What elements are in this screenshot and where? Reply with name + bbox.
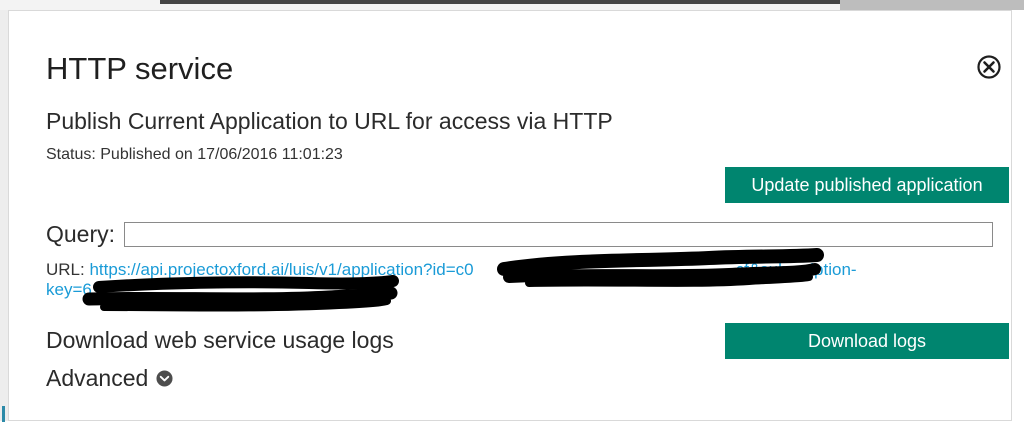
background-app-bar bbox=[0, 0, 1024, 10]
background-app-marker bbox=[2, 406, 5, 422]
background-app-left-edge bbox=[0, 10, 8, 422]
background-app-dark-strip bbox=[160, 0, 840, 4]
download-logs-button[interactable]: Download logs bbox=[725, 323, 1009, 359]
background-app-gray-strip bbox=[840, 0, 1024, 10]
advanced-toggle[interactable]: Advanced bbox=[46, 365, 173, 392]
http-service-dialog: HTTP service Publish Current Application… bbox=[8, 10, 1012, 421]
usage-logs-label: Download web service usage logs bbox=[46, 327, 394, 353]
redaction-scribble bbox=[82, 248, 824, 312]
advanced-label: Advanced bbox=[46, 365, 149, 391]
chevron-down-circle-icon bbox=[156, 370, 173, 387]
